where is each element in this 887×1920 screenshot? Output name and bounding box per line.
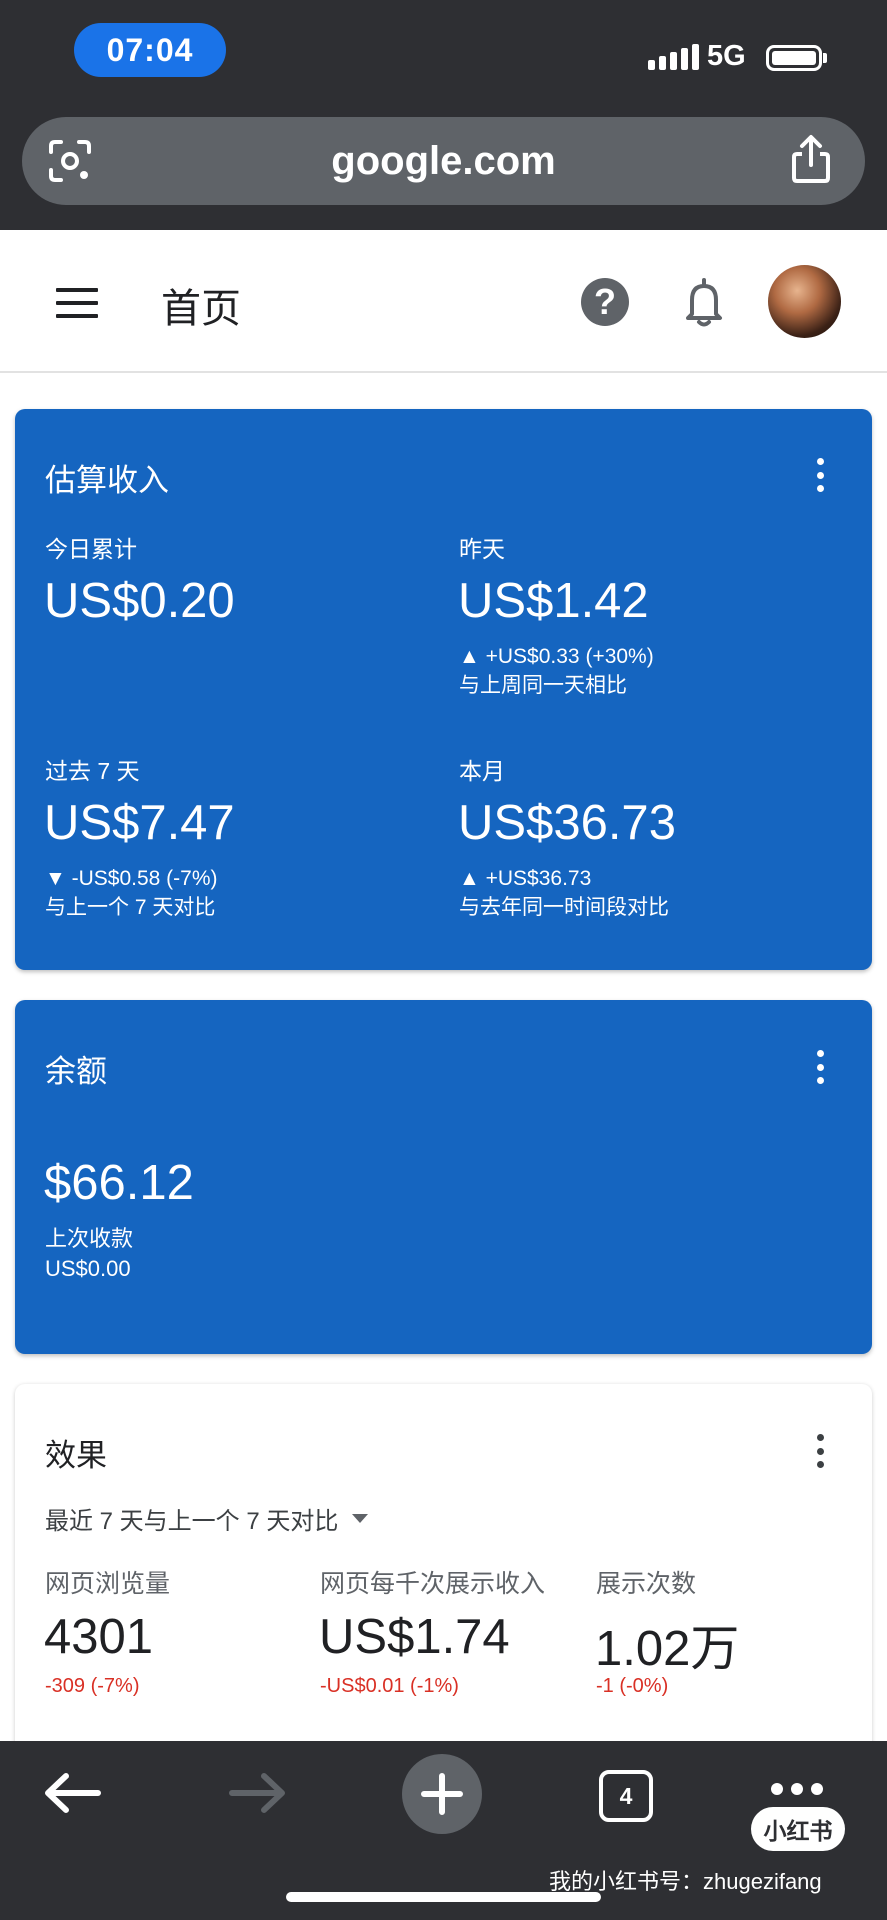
- this-month-change: ▲ +US$36.73: [459, 867, 592, 890]
- range-selector-label: 最近 7 天与上一个 7 天对比: [45, 1508, 339, 1535]
- last-payment-value: US$0.00: [45, 1256, 131, 1281]
- last7-change: ▼ -US$0.58 (-7%): [45, 867, 218, 890]
- metric-delta: -1 (-0%): [596, 1675, 669, 1697]
- last-payment-label: 上次收款: [45, 1226, 134, 1251]
- help-icon[interactable]: ?: [581, 278, 629, 326]
- more-menu-icon[interactable]: [771, 1783, 823, 1795]
- status-time: 07:04: [74, 23, 226, 77]
- share-icon[interactable]: [790, 134, 832, 184]
- metric-delta: -US$0.01 (-1%): [320, 1675, 459, 1697]
- avatar[interactable]: [768, 265, 841, 338]
- metric-delta: -309 (-7%): [45, 1675, 140, 1697]
- lens-icon[interactable]: [48, 139, 92, 183]
- this-month-value: US$36.73: [458, 796, 676, 850]
- watermark-badge: 小红书: [751, 1807, 845, 1851]
- performance-title: 效果: [45, 1438, 107, 1473]
- battery-icon: [766, 45, 822, 71]
- last7-compare: 与上一个 7 天对比: [45, 896, 216, 919]
- balance-title: 余额: [45, 1054, 107, 1089]
- yesterday-label: 昨天: [459, 536, 505, 562]
- back-arrow-icon[interactable]: [42, 1771, 102, 1815]
- app-header: [0, 230, 887, 373]
- last7-value: US$7.47: [44, 796, 235, 850]
- metric-label: 展示次数: [596, 1570, 697, 1598]
- yesterday-change: ▲ +US$0.33 (+30%): [459, 645, 654, 668]
- bell-icon[interactable]: [683, 276, 725, 328]
- yesterday-value: US$1.42: [458, 574, 649, 628]
- more-options-icon[interactable]: [816, 1434, 824, 1468]
- today-value: US$0.20: [44, 574, 235, 628]
- signal-icon: [648, 44, 699, 70]
- yesterday-compare: 与上周同一天相比: [459, 674, 627, 697]
- plus-icon: [421, 1773, 463, 1815]
- metric-value: US$1.74: [319, 1610, 510, 1664]
- menu-icon[interactable]: [56, 288, 98, 318]
- this-month-label: 本月: [459, 758, 505, 784]
- url-text[interactable]: google.com: [0, 117, 887, 205]
- balance-value: $66.12: [44, 1156, 194, 1210]
- battery-tip: [823, 53, 827, 63]
- dropdown-arrow-icon: [352, 1514, 369, 1523]
- network-type: 5G: [707, 40, 746, 72]
- metric-label: 网页每千次展示收入: [320, 1570, 546, 1598]
- home-indicator[interactable]: [286, 1892, 601, 1902]
- estimated-earnings-title: 估算收入: [45, 463, 169, 498]
- more-options-icon[interactable]: [816, 1050, 824, 1084]
- metric-value: 4301: [44, 1610, 154, 1664]
- metric-label: 网页浏览量: [45, 1570, 171, 1598]
- today-label: 今日累计: [45, 536, 137, 562]
- this-month-compare: 与去年同一时间段对比: [459, 896, 669, 919]
- tab-count-button[interactable]: 4: [599, 1770, 653, 1822]
- forward-arrow-icon: [229, 1773, 285, 1813]
- page-title: 首页: [161, 287, 241, 331]
- metric-value: 1.02万: [595, 1622, 740, 1676]
- range-selector[interactable]: 最近 7 天与上一个 7 天对比: [45, 1501, 369, 1536]
- last7-label: 过去 7 天: [45, 758, 140, 784]
- more-options-icon[interactable]: [816, 458, 824, 492]
